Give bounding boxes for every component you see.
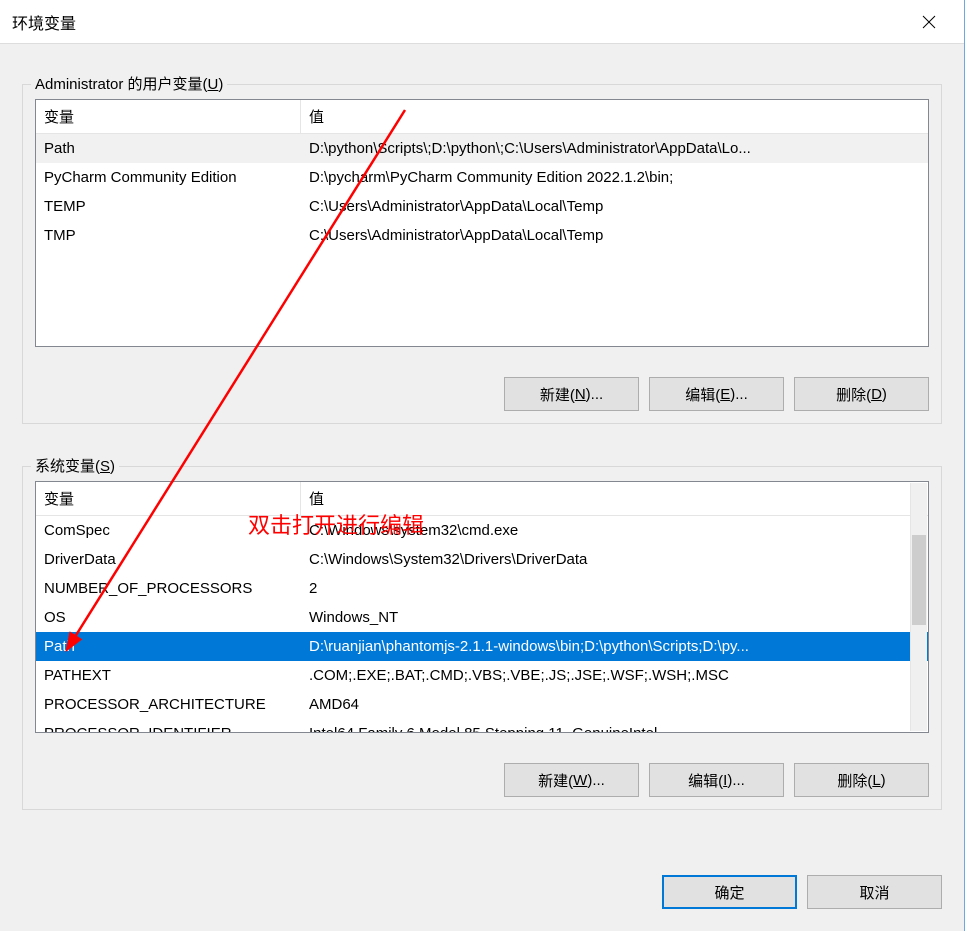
table-row[interactable]: ComSpecC:\Windows\system32\cmd.exe xyxy=(36,516,928,545)
row-variable-name: PROCESSOR_ARCHITECTURE xyxy=(36,694,301,715)
close-icon xyxy=(922,15,936,29)
row-variable-name: Path xyxy=(36,636,301,657)
row-variable-value: C:\Windows\System32\Drivers\DriverData xyxy=(301,549,928,570)
row-variable-name: TEMP xyxy=(36,196,301,217)
row-variable-name: PyCharm Community Edition xyxy=(36,167,301,188)
row-variable-value: D:\ruanjian\phantomjs-2.1.1-windows\bin;… xyxy=(301,636,928,657)
sys-legend-suffix: ) xyxy=(110,458,115,475)
user-legend-hotkey: U xyxy=(208,76,219,93)
user-new-button[interactable]: 新建(N)... xyxy=(504,377,639,411)
table-row[interactable]: PathD:\python\Scripts\;D:\python\;C:\Use… xyxy=(36,134,928,163)
table-row[interactable]: PATHEXT.COM;.EXE;.BAT;.CMD;.VBS;.VBE;.JS… xyxy=(36,661,928,690)
row-variable-name: PATHEXT xyxy=(36,665,301,686)
sys-legend-prefix: 系统变量( xyxy=(35,458,100,475)
row-variable-value: Windows_NT xyxy=(301,607,928,628)
user-list-body: PathD:\python\Scripts\;D:\python\;C:\Use… xyxy=(36,134,928,250)
user-legend-suffix: ) xyxy=(218,76,223,93)
table-row[interactable]: PathD:\ruanjian\phantomjs-2.1.1-windows\… xyxy=(36,632,928,661)
system-variables-group: 系统变量(S) 变量 值 ComSpecC:\Windows\system32\… xyxy=(22,466,942,810)
system-new-button[interactable]: 新建(W)... xyxy=(504,763,639,797)
user-legend-prefix: Administrator 的用户变量( xyxy=(35,76,208,93)
table-row[interactable]: TEMPC:\Users\Administrator\AppData\Local… xyxy=(36,192,928,221)
user-delete-button[interactable]: 删除(D) xyxy=(794,377,929,411)
dialog-button-row: 确定 取消 xyxy=(662,875,942,909)
table-row[interactable]: TMPC:\Users\Administrator\AppData\Local\… xyxy=(36,221,928,250)
scrollbar-thumb[interactable] xyxy=(912,535,926,625)
system-list-header: 变量 值 xyxy=(36,482,928,516)
row-variable-name: Path xyxy=(36,138,301,159)
user-col-variable[interactable]: 变量 xyxy=(36,100,301,133)
user-group-legend: Administrator 的用户变量(U) xyxy=(31,73,227,94)
user-edit-button[interactable]: 编辑(E)... xyxy=(649,377,784,411)
ok-button[interactable]: 确定 xyxy=(662,875,797,909)
system-list-body: ComSpecC:\Windows\system32\cmd.exeDriver… xyxy=(36,516,928,733)
sys-legend-hotkey: S xyxy=(100,458,110,475)
row-variable-value: D:\pycharm\PyCharm Community Edition 202… xyxy=(301,167,928,188)
user-list-header: 变量 值 xyxy=(36,100,928,134)
row-variable-value: C:\Users\Administrator\AppData\Local\Tem… xyxy=(301,196,928,217)
system-group-legend: 系统变量(S) xyxy=(31,455,119,476)
dialog-body: Administrator 的用户变量(U) 变量 值 PathD:\pytho… xyxy=(0,44,964,931)
table-row[interactable]: OSWindows_NT xyxy=(36,603,928,632)
scrollbar-track[interactable] xyxy=(910,483,927,731)
sys-col-variable[interactable]: 变量 xyxy=(36,482,301,515)
table-row[interactable]: PROCESSOR_IDENTIFIERIntel64 Family 6 Mod… xyxy=(36,719,928,733)
table-row[interactable]: DriverDataC:\Windows\System32\Drivers\Dr… xyxy=(36,545,928,574)
row-variable-value: 2 xyxy=(301,578,928,599)
system-delete-button[interactable]: 删除(L) xyxy=(794,763,929,797)
row-variable-name: NUMBER_OF_PROCESSORS xyxy=(36,578,301,599)
row-variable-value: C:\Windows\system32\cmd.exe xyxy=(301,520,928,541)
user-button-row: 新建(N)... 编辑(E)... 删除(D) xyxy=(504,377,929,411)
table-row[interactable]: PyCharm Community EditionD:\pycharm\PyCh… xyxy=(36,163,928,192)
system-button-row: 新建(W)... 编辑(I)... 删除(L) xyxy=(504,763,929,797)
row-variable-value: D:\python\Scripts\;D:\python\;C:\Users\A… xyxy=(301,138,928,159)
row-variable-name: PROCESSOR_IDENTIFIER xyxy=(36,723,301,733)
cancel-button[interactable]: 取消 xyxy=(807,875,942,909)
table-row[interactable]: NUMBER_OF_PROCESSORS2 xyxy=(36,574,928,603)
row-variable-value: C:\Users\Administrator\AppData\Local\Tem… xyxy=(301,225,928,246)
system-edit-button[interactable]: 编辑(I)... xyxy=(649,763,784,797)
row-variable-name: TMP xyxy=(36,225,301,246)
row-variable-value: AMD64 xyxy=(301,694,928,715)
table-row[interactable]: PROCESSOR_ARCHITECTUREAMD64 xyxy=(36,690,928,719)
row-variable-name: ComSpec xyxy=(36,520,301,541)
close-button[interactable] xyxy=(906,0,952,44)
user-variables-list[interactable]: 变量 值 PathD:\python\Scripts\;D:\python\;C… xyxy=(35,99,929,347)
user-variables-group: Administrator 的用户变量(U) 变量 值 PathD:\pytho… xyxy=(22,84,942,424)
title-bar: 环境变量 xyxy=(0,0,964,44)
env-vars-dialog: 环境变量 Administrator 的用户变量(U) 变量 值 PathD:\… xyxy=(0,0,965,931)
system-variables-list[interactable]: 变量 值 ComSpecC:\Windows\system32\cmd.exeD… xyxy=(35,481,929,733)
row-variable-value: Intel64 Family 6 Model 85 Stepping 11, G… xyxy=(301,723,928,733)
row-variable-name: OS xyxy=(36,607,301,628)
dialog-title: 环境变量 xyxy=(12,10,906,34)
row-variable-value: .COM;.EXE;.BAT;.CMD;.VBS;.VBE;.JS;.JSE;.… xyxy=(301,665,928,686)
sys-col-value[interactable]: 值 xyxy=(301,482,928,515)
user-col-value[interactable]: 值 xyxy=(301,100,928,133)
row-variable-name: DriverData xyxy=(36,549,301,570)
